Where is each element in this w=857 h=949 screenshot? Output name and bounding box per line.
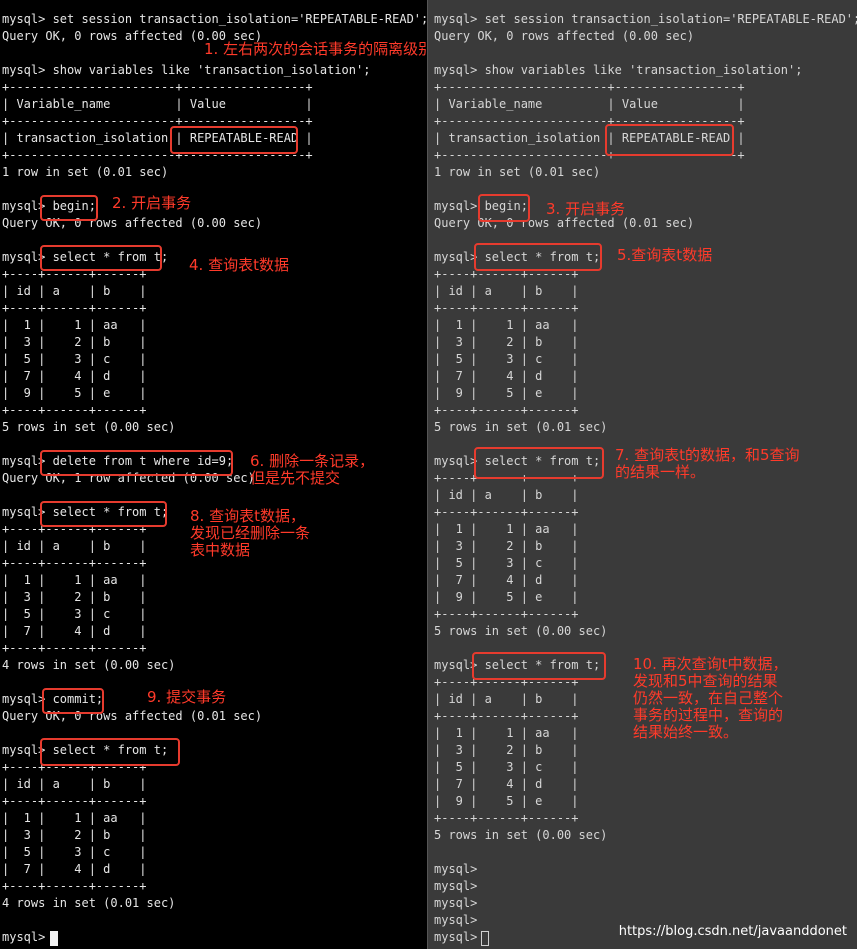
highlight-begin-right [478, 194, 530, 222]
highlight-begin [40, 195, 98, 221]
highlight-select-2 [40, 501, 167, 527]
highlight-isolation-value-right [605, 124, 734, 156]
annotation-8: 8. 查询表t数据， 发现已经删除一条 表中数据 [190, 507, 311, 559]
highlight-select-right-3 [472, 652, 606, 680]
right-terminal-pane[interactable]: mysql> set session transaction_isolation… [428, 0, 857, 949]
annotation-1: 1. 左右两次的会话事务的隔离级别都是可重复读RR [204, 40, 428, 58]
annotation-9: 9. 提交事务 [147, 688, 227, 706]
left-terminal-cursor [50, 931, 58, 946]
highlight-select-1 [40, 245, 162, 271]
annotation-5: 5.查询表t数据 [617, 246, 713, 264]
watermark: https://blog.csdn.net/javaanddonet [618, 924, 847, 939]
left-terminal-pane[interactable]: mysql> set session transaction_isolation… [0, 0, 428, 949]
highlight-delete [40, 450, 233, 476]
annotation-2: 2. 开启事务 [112, 194, 192, 212]
highlight-select-3 [40, 738, 180, 766]
right-terminal-cursor [481, 931, 489, 946]
annotation-10: 10. 再次查询t中数据， 发现和5中查询的结果 仍然一致，在自己整个 事务的过… [633, 655, 788, 741]
annotation-7: 7. 查询表t的数据，和5查询 的结果一样。 [615, 446, 800, 481]
annotation-3: 3. 开启事务 [546, 200, 626, 218]
annotation-4: 4. 查询表t数据 [189, 256, 289, 274]
annotation-6: 6. 删除一条记录， 但是先不提交 [250, 452, 375, 487]
highlight-select-right-1 [474, 243, 602, 271]
highlight-commit [42, 688, 104, 714]
highlight-select-right-2 [474, 447, 604, 479]
highlight-isolation-value [170, 126, 298, 154]
